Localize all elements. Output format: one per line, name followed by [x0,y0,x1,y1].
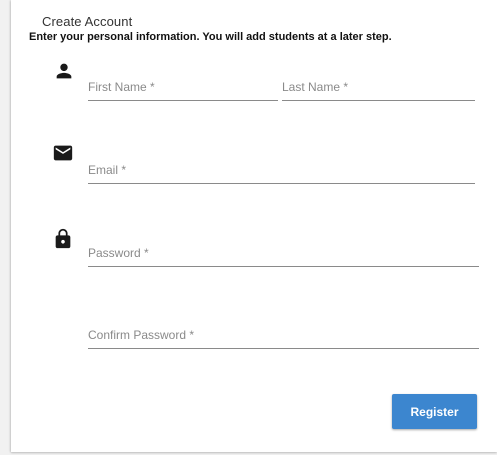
last-name-input[interactable] [282,76,475,98]
form-title: Create Account [42,14,133,29]
last-name-field[interactable] [282,76,475,101]
email-input[interactable] [88,159,475,181]
register-button[interactable]: Register [392,394,477,429]
confirm-password-input[interactable] [88,324,479,346]
password-input[interactable] [88,242,479,264]
confirm-password-field[interactable] [88,324,479,349]
form-subtitle: Enter your personal information. You wil… [29,31,392,43]
lock-icon [52,228,74,250]
first-name-field[interactable] [88,76,278,101]
create-account-card: Create Account Enter your personal infor… [11,0,497,452]
first-name-input[interactable] [88,76,278,98]
mail-icon [52,142,74,164]
person-icon [53,60,75,82]
password-field[interactable] [88,242,479,267]
email-field[interactable] [88,159,475,184]
page-background: Create Account Enter your personal infor… [0,0,497,455]
